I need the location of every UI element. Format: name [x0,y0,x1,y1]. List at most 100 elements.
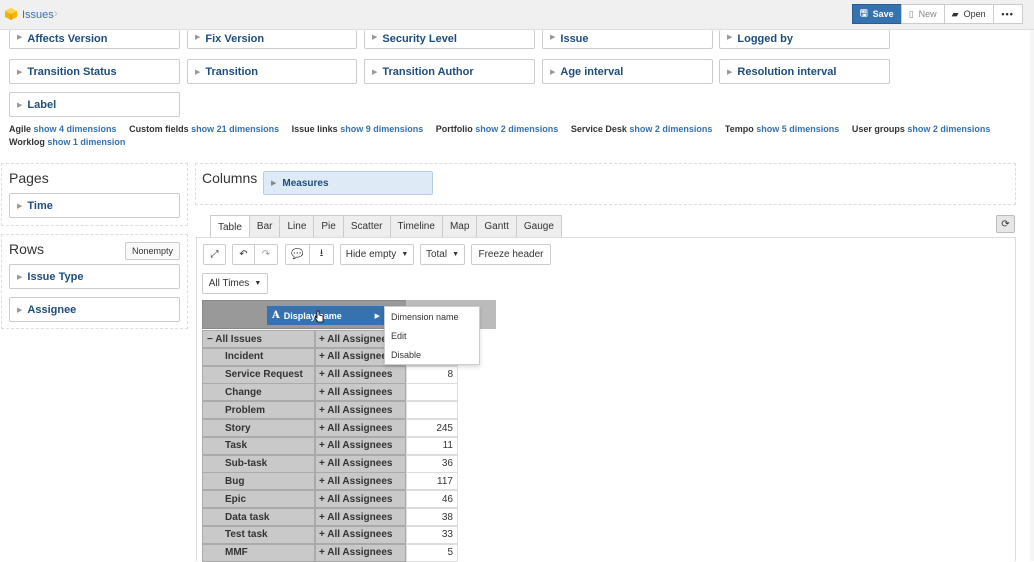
row-header-assignee[interactable]: + All Assignees [315,543,406,562]
agile-show-link[interactable]: show 4 dimensions [34,124,117,134]
row-header-issue-type[interactable]: Sub-task [202,454,315,473]
dimension-age-interval[interactable]: ▶ Age interval [542,59,713,84]
undo-icon: ↶ [239,249,248,260]
table-row: Service Request + All Assignees 8 [202,365,458,384]
page-scrollbar[interactable] [1030,30,1034,561]
row-header-assignee[interactable]: + All Assignees [315,383,406,402]
menu-item-dimension-name[interactable]: Dimension name [391,312,459,322]
hand-cursor-icon [314,310,324,323]
tab-pie[interactable]: Pie [313,215,344,237]
table-row: Sub-task + All Assignees 36 [202,454,458,473]
save-button[interactable]: 🖫 Save [852,4,902,24]
dimension-transition-author[interactable]: ▶ Transition Author [364,59,535,84]
triangle-right-icon: ▶ [727,68,733,76]
row-header-assignee[interactable]: + All Assignees [315,454,406,473]
table-row: Problem + All Assignees [202,401,458,420]
menu-item-disable[interactable]: Disable [391,350,421,360]
fullscreen-button[interactable]: ⤢ [203,244,226,265]
row-header-assignee[interactable]: + All Assignees [315,401,406,420]
menu-item-edit[interactable]: Edit [391,331,407,341]
table-row: Change + All Assignees [202,383,458,402]
custom-fields-show-link[interactable]: show 21 dimensions [191,124,279,134]
dimension-resolution-interval[interactable]: ▶ Resolution interval [719,59,890,84]
folder-icon: ▰ [951,8,959,19]
triangle-right-icon: ▶ [727,34,733,41]
dimension-affects-version[interactable]: ▶ Affects Version [9,30,180,49]
issue-links-show-link[interactable]: show 9 dimensions [340,124,423,134]
tab-gauge[interactable]: Gauge [515,215,562,237]
refresh-button[interactable]: ⟳ [996,215,1015,233]
tab-gantt[interactable]: Gantt [476,215,517,237]
triangle-right-icon: ▶ [17,273,23,281]
tab-timeline[interactable]: Timeline [389,215,443,237]
new-button[interactable]: ▯ New [900,4,945,24]
rows-item-assignee[interactable]: ▶ Assignee [9,297,180,322]
row-header-assignee[interactable]: + All Assignees [315,436,406,455]
row-header-issue-type[interactable]: − All Issues [202,330,315,348]
row-header-issue-type[interactable]: Epic [202,490,315,509]
value-cell [406,383,458,402]
row-header-issue-type[interactable]: Test task [202,525,315,544]
undo-button[interactable]: ↶ [232,244,255,265]
hide-empty-dropdown[interactable]: Hide empty ▼ [340,244,414,265]
redo-button[interactable]: ↷ [254,244,278,265]
pages-item-time[interactable]: ▶ Time [9,193,180,218]
triangle-right-icon: ▶ [17,306,23,314]
nonempty-button[interactable]: Nonempty [125,242,180,260]
row-header-issue-type[interactable]: Bug [202,472,315,491]
triangle-right-icon: ▶ [374,312,380,320]
value-cell: 5 [406,543,458,562]
row-header-issue-type[interactable]: Change [202,383,315,402]
row-header-issue-type[interactable]: Task [202,436,315,455]
columns-item-measures[interactable]: ▶ Measures [263,171,433,195]
tab-map[interactable]: Map [441,215,478,237]
open-label: Open [963,9,986,19]
row-header-assignee[interactable]: + All Assignees [315,508,406,526]
row-header-issue-type[interactable]: MMF [202,543,315,562]
value-cell: 8 [406,365,458,384]
download-icon: ⭳ [319,248,324,259]
tab-table[interactable]: Table [210,215,250,238]
row-header-issue-type[interactable]: Incident [202,347,315,366]
floppy-icon: 🖫 [860,8,868,18]
row-header-assignee[interactable]: + All Assignees [315,419,406,437]
breadcrumb-issues[interactable]: Issues [22,9,54,21]
row-header-issue-type[interactable]: Service Request [202,365,315,384]
dimension-transition-status[interactable]: ▶ Transition Status [9,59,180,84]
tab-bar[interactable]: Bar [248,215,281,237]
download-button[interactable]: ⭳ [309,244,334,265]
row-header-assignee[interactable]: + All Assignees [315,490,406,509]
total-dropdown[interactable]: Total ▼ [420,244,465,265]
row-header-issue-type[interactable]: Story [202,419,315,437]
service-desk-show-link[interactable]: show 2 dimensions [629,124,712,134]
tab-line[interactable]: Line [279,215,315,237]
worklog-show-link[interactable]: show 1 dimension [47,137,125,147]
row-header-assignee[interactable]: + All Assignees [315,472,406,491]
triangle-right-icon: ▶ [372,68,378,76]
dimension-logged-by[interactable]: ▶ Logged by [719,30,890,49]
freeze-header-button[interactable]: Freeze header [471,244,551,265]
open-button[interactable]: ▰ Open [943,4,994,24]
row-header-issue-type[interactable]: Problem [202,401,315,420]
row-header-assignee[interactable]: + All Assignees [315,525,406,544]
row-header-assignee[interactable]: + All Assignees [315,365,406,384]
rows-item-issue-type[interactable]: ▶ Issue Type [9,264,180,289]
dimension-label[interactable]: ▶ Label [9,92,180,117]
dimension-fix-version[interactable]: ▶ Fix Version [187,30,357,49]
row-header-issue-type[interactable]: Data task [202,508,315,526]
triangle-right-icon: ▶ [372,34,378,41]
caret-down-icon: ▼ [452,251,460,258]
tempo-show-link[interactable]: show 5 dimensions [756,124,839,134]
comment-button[interactable]: 💬 [285,244,310,265]
portfolio-show-link[interactable]: show 2 dimensions [475,124,558,134]
more-button[interactable]: ••• [992,4,1023,24]
triangle-right-icon: ▶ [550,68,556,76]
all-times-dropdown[interactable]: All Times ▼ [202,273,268,294]
dimension-transition[interactable]: ▶ Transition [187,59,357,84]
document-icon: ▯ [908,8,914,19]
display-name-menu-trigger[interactable]: A Display name ▶ [267,306,384,325]
user-groups-show-link[interactable]: show 2 dimensions [907,124,990,134]
tab-scatter[interactable]: Scatter [342,215,391,237]
dimension-security-level[interactable]: ▶ Security Level [364,30,535,49]
dimension-issue[interactable]: ▶ Issue [542,30,713,49]
